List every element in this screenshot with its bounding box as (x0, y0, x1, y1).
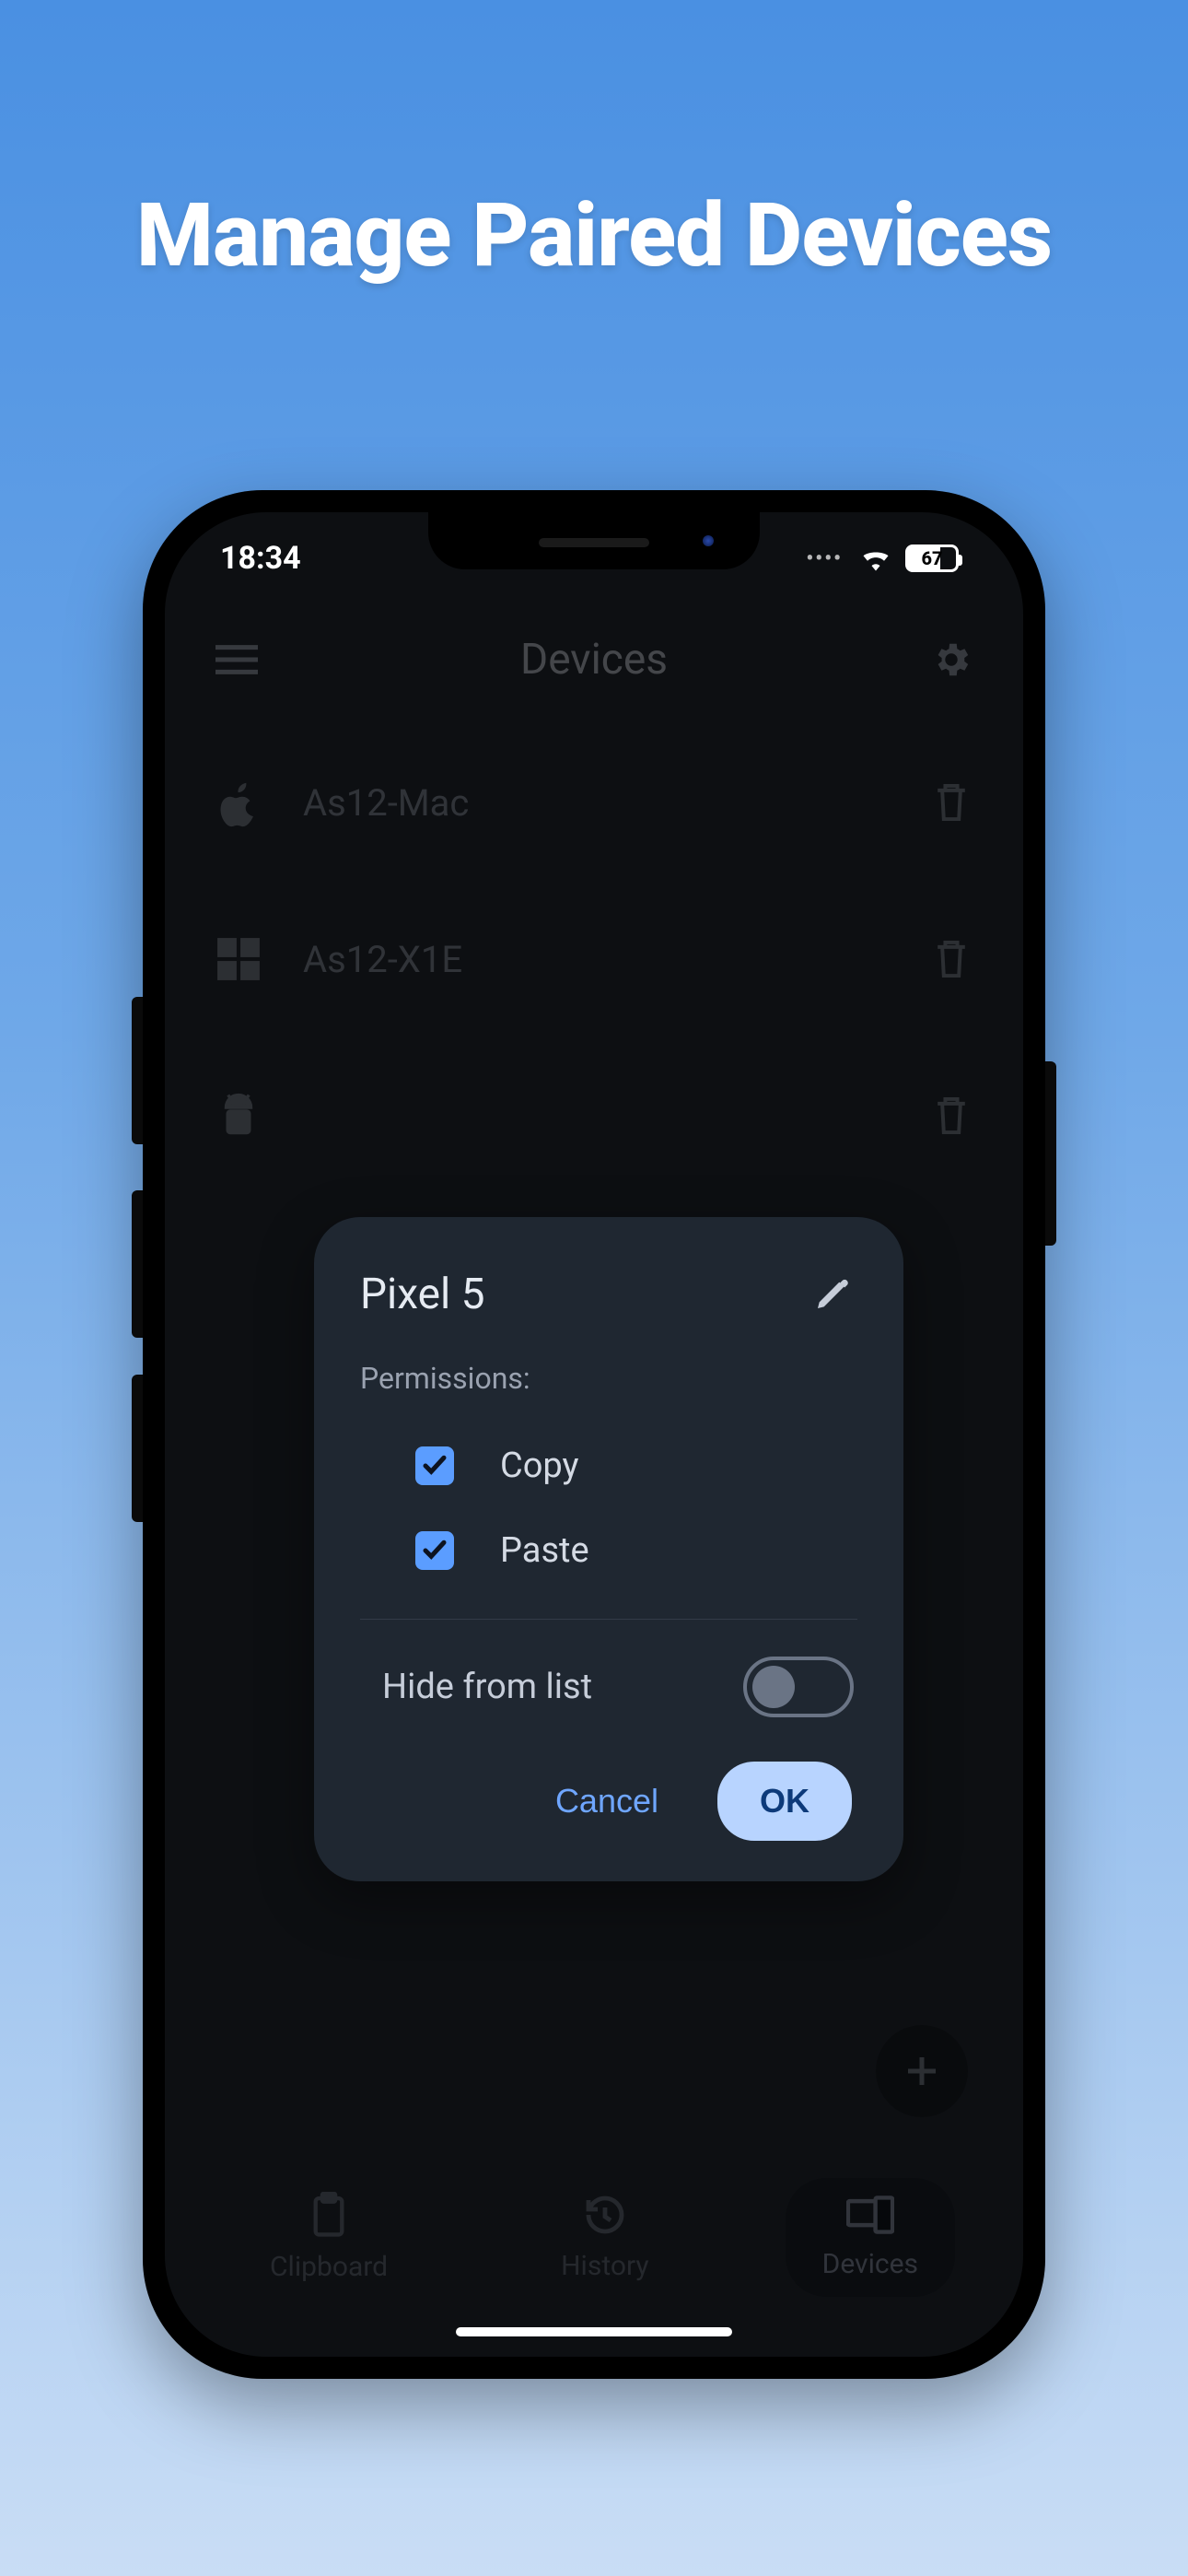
wifi-icon (859, 545, 892, 571)
settings-button[interactable] (926, 634, 977, 685)
trash-icon (933, 1095, 970, 1137)
delete-device-button[interactable] (926, 777, 977, 828)
checkbox-checked-icon[interactable] (415, 1531, 454, 1570)
tab-devices[interactable]: Devices (786, 2178, 955, 2297)
top-bar: Devices (165, 604, 1023, 715)
tab-label: Clipboard (270, 2251, 388, 2283)
home-indicator[interactable] (456, 2327, 732, 2336)
popup-title: Pixel 5 (360, 1270, 484, 1319)
ok-button[interactable]: OK (717, 1762, 852, 1841)
clipboard-icon (309, 2192, 349, 2238)
tab-clipboard[interactable]: Clipboard (233, 2175, 425, 2300)
hide-from-list-toggle[interactable] (743, 1657, 854, 1717)
plus-icon (903, 2053, 940, 2090)
delete-device-button[interactable] (926, 933, 977, 985)
hide-from-list-label: Hide from list (382, 1667, 592, 1707)
permission-label: Paste (500, 1530, 589, 1571)
cell-signal-icon: •••• (806, 547, 843, 570)
menu-button[interactable] (211, 634, 262, 685)
gear-icon (930, 638, 973, 681)
windows-icon (211, 936, 266, 982)
promo-title: Manage Paired Devices (136, 184, 1052, 287)
device-settings-popup: Pixel 5 Permissions: Copy Paste (314, 1217, 903, 1881)
tab-history[interactable]: History (524, 2176, 685, 2299)
toggle-knob (752, 1666, 795, 1708)
devices-icon (846, 2195, 894, 2235)
pencil-icon (813, 1276, 850, 1313)
bottom-nav: Clipboard History Devices (165, 2154, 1023, 2357)
cancel-button[interactable]: Cancel (537, 1765, 677, 1837)
edit-name-button[interactable] (806, 1269, 857, 1320)
status-time: 18:34 (220, 540, 301, 577)
page-title: Devices (520, 635, 668, 685)
device-name-label: As12-Mac (303, 781, 889, 825)
notch (428, 512, 760, 569)
permission-label: Copy (500, 1446, 579, 1486)
device-name-label: As12-X1E (303, 938, 889, 981)
tab-label: Devices (822, 2248, 918, 2280)
add-device-button[interactable] (876, 2025, 968, 2117)
device-row[interactable]: As12-X1E (192, 881, 996, 1037)
permission-copy-row[interactable]: Copy (360, 1423, 857, 1508)
hamburger-icon (215, 643, 258, 676)
device-row[interactable]: Pixel 5 (192, 1037, 996, 1194)
history-icon (583, 2193, 627, 2237)
checkbox-checked-icon[interactable] (415, 1446, 454, 1485)
permissions-label: Permissions: (360, 1361, 857, 1396)
trash-icon (933, 938, 970, 980)
delete-device-button[interactable] (926, 1090, 977, 1142)
trash-icon (933, 781, 970, 824)
tab-label: History (561, 2250, 648, 2282)
phone-mockup: 18:34 •••• 67 Devices (143, 490, 1045, 2379)
permission-paste-row[interactable]: Paste (360, 1508, 857, 1593)
apple-icon (211, 776, 266, 829)
battery-icon: 67 (905, 544, 959, 572)
device-row[interactable]: As12-Mac (192, 724, 996, 881)
android-icon (211, 1091, 266, 1141)
divider (360, 1619, 857, 1620)
